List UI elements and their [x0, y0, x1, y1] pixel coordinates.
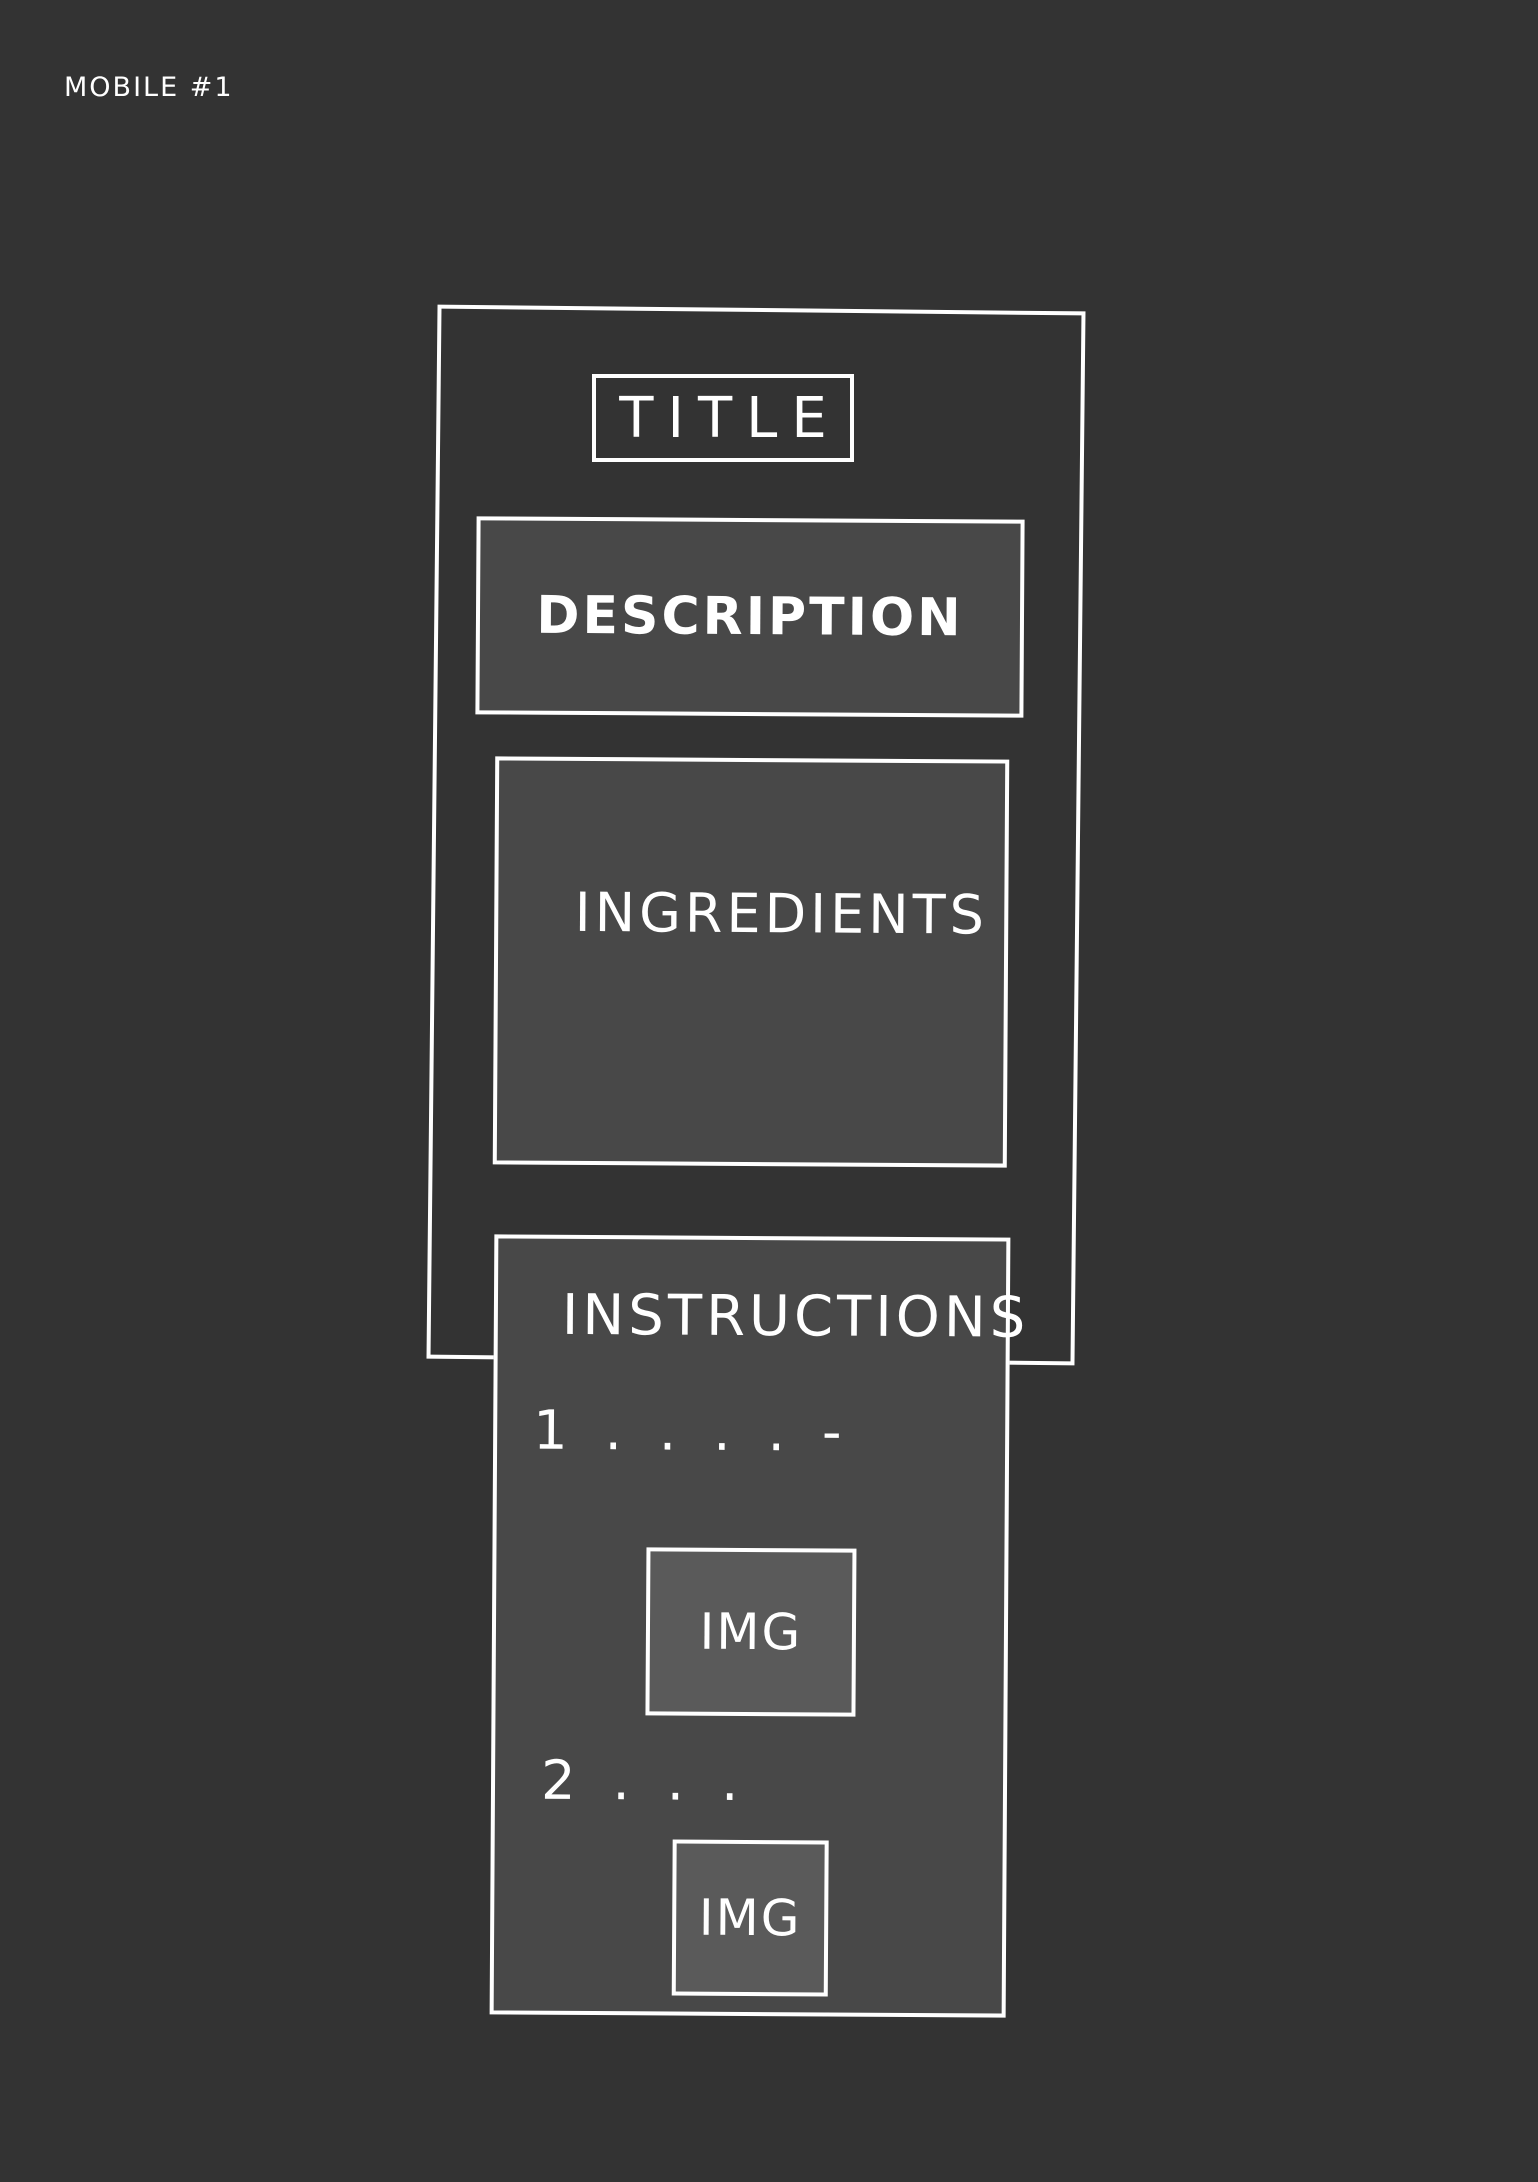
title-label: TITLE [619, 385, 841, 451]
ingredients-box: INGREDIENTS [492, 756, 1010, 1168]
ingredients-label: INGREDIENTS [574, 880, 989, 947]
step-1-text: 1 . . . . - [532, 1398, 852, 1464]
title-box: TITLE [592, 374, 854, 462]
step-2-text: 2 . . . [540, 1748, 749, 1813]
step-1-image-label: IMG [699, 1602, 803, 1662]
step-1-image-placeholder: IMG [645, 1547, 857, 1717]
instructions-label: INSTRUCTIONS [561, 1282, 1030, 1351]
step-2-image-placeholder: IMG [671, 1839, 829, 1997]
instructions-box: INSTRUCTIONS 1 . . . . - IMG 2 . . . IMG [489, 1234, 1029, 2018]
step-2-image-label: IMG [698, 1888, 802, 1948]
description-box: DESCRIPTION [475, 516, 1025, 718]
sketch-label: MOBILE #1 [64, 72, 234, 103]
description-label: DESCRIPTION [536, 585, 964, 649]
